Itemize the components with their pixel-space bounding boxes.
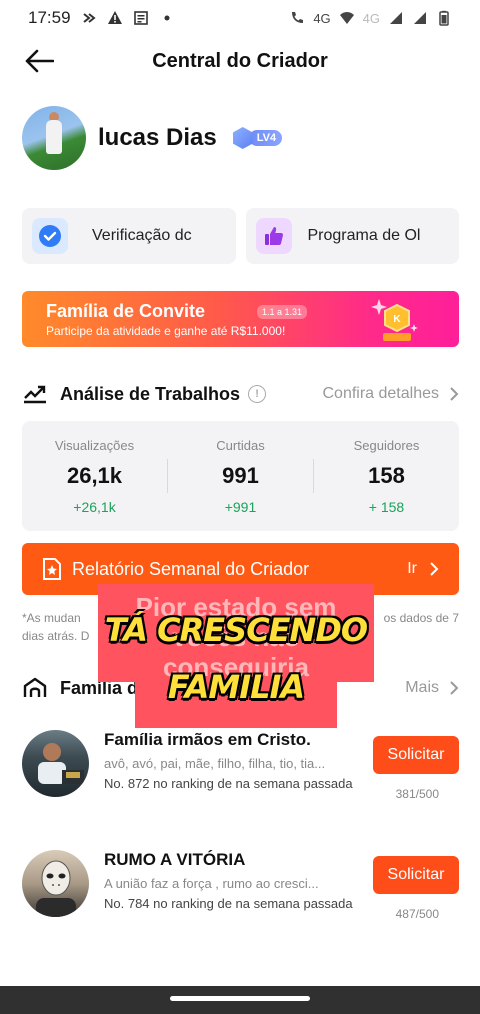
report-document-icon <box>43 558 61 580</box>
analysis-details-link[interactable]: Confira detalhes <box>322 385 459 403</box>
chevron-right-icon <box>450 681 459 695</box>
stats-panel: Visualizações 26,1k +26,1k Curtidas 991 … <box>22 421 459 531</box>
stat-delta: + 158 <box>368 498 405 515</box>
family-more-label: Mais <box>405 679 439 696</box>
verification-card[interactable]: Verificação dc <box>22 208 236 264</box>
group-description: avô, avó, pai, mãe, filho, filha, tio, t… <box>104 756 326 771</box>
family-group-item[interactable]: RUMO A VITÓRIA A união faz a força , rum… <box>22 850 459 950</box>
network-label-b: 4G <box>362 10 380 26</box>
quick-cards: Verificação dc Programa de Ol <box>22 208 459 264</box>
page-header: Central do Criador <box>0 40 480 82</box>
group-description: A união faz a força , rumo ao cresci... <box>104 876 319 891</box>
stat-delta: +991 <box>224 498 257 515</box>
family-more-link[interactable]: Mais <box>405 679 459 697</box>
svg-text:K: K <box>393 314 401 325</box>
thumbs-up-icon <box>255 218 292 254</box>
banner-subtitle: Participe da atividade e ganhe até R$11.… <box>46 324 286 338</box>
member-count: 487/500 <box>395 907 439 921</box>
signal-icon <box>390 12 402 24</box>
request-join-button[interactable]: Solicitar <box>373 736 459 774</box>
battery-icon <box>439 10 449 26</box>
profile-section: lucas Dias LV4 <box>22 106 283 170</box>
report-go: Ir <box>407 560 439 578</box>
analysis-header: Análise de Trabalhos ! Confira detalhes <box>22 382 459 406</box>
analysis-details-label: Confira detalhes <box>322 385 439 402</box>
stat-views[interactable]: Visualizações 26,1k +26,1k <box>22 438 167 515</box>
report-cta-label: Ir <box>407 560 417 577</box>
signal-icon <box>414 12 426 24</box>
chevron-right-icon <box>450 387 459 401</box>
trend-chart-icon <box>24 385 46 404</box>
check-badge-icon <box>32 218 68 254</box>
level-badge: LV4 <box>232 127 283 149</box>
program-label: Programa de Ol <box>307 227 421 244</box>
level-hexagon-icon <box>232 127 253 149</box>
stat-value: 991 <box>222 462 259 488</box>
network-label-a: 4G <box>313 10 331 26</box>
info-icon[interactable]: ! <box>248 385 267 403</box>
back-button[interactable] <box>22 44 56 78</box>
stat-label: Seguidores <box>353 437 420 453</box>
system-nav-bar <box>0 986 480 1014</box>
news-icon <box>133 11 148 25</box>
note-right: os dados de 7 <box>383 611 459 625</box>
stat-likes[interactable]: Curtidas 991 +991 <box>168 438 313 515</box>
group-rank: No. 872 no ranking de na semana passada <box>104 776 353 791</box>
call-icon <box>292 12 304 23</box>
member-count: 381/500 <box>395 787 439 801</box>
stat-value: 26,1k <box>66 462 123 488</box>
caption-line: TÁ CRESCENDO <box>104 611 368 649</box>
note-line2: dias atrás. D <box>22 629 90 643</box>
profile-name: lucas Dias <box>98 124 217 151</box>
home-gesture-handle[interactable] <box>170 996 310 1001</box>
caption-line: FAMILIA <box>167 668 305 706</box>
family-group-item[interactable]: Família irmãos em Cristo. avô, avó, pai,… <box>22 730 459 830</box>
wifi-icon <box>339 12 354 24</box>
home-icon <box>23 677 47 697</box>
invite-family-banner[interactable]: Família de Convite 1.1 a 1.31 Participe … <box>22 291 459 347</box>
dot-icon <box>164 15 170 21</box>
program-card[interactable]: Programa de Ol <box>245 208 459 264</box>
verification-label: Verificação dc <box>92 227 192 244</box>
group-avatar <box>22 730 89 797</box>
stat-followers[interactable]: Seguidores 158 + 158 <box>314 438 459 515</box>
trophy-icon: K <box>371 299 418 341</box>
page-title: Central do Criador <box>152 49 328 72</box>
group-avatar <box>22 850 89 917</box>
banner-date: 1.1 a 1.31 <box>257 305 308 319</box>
stat-label: Curtidas <box>216 437 265 453</box>
data-saver-icon <box>82 13 96 23</box>
group-rank: No. 784 no ranking de na semana passada <box>104 896 353 911</box>
chevron-right-icon <box>430 562 439 576</box>
arrow-left-icon <box>25 49 54 73</box>
level-label: LV4 <box>248 130 283 146</box>
warning-icon <box>107 11 122 24</box>
analysis-title: Análise de Trabalhos <box>60 383 241 404</box>
note-left: *As mudan <box>22 611 81 625</box>
report-title: Relatório Semanal do Criador <box>72 558 310 579</box>
stat-label: Visualizações <box>54 437 135 453</box>
status-bar: 17:59 4G 4G <box>0 0 480 36</box>
group-name: RUMO A VITÓRIA <box>104 850 246 869</box>
banner-title: Família de Convite <box>46 301 206 321</box>
group-name: Família irmãos em Cristo. <box>104 730 311 749</box>
avatar[interactable] <box>22 106 86 170</box>
status-time: 17:59 <box>28 8 71 27</box>
stat-value: 158 <box>368 462 405 488</box>
stat-delta: +26,1k <box>73 498 116 515</box>
request-join-button[interactable]: Solicitar <box>373 856 459 894</box>
